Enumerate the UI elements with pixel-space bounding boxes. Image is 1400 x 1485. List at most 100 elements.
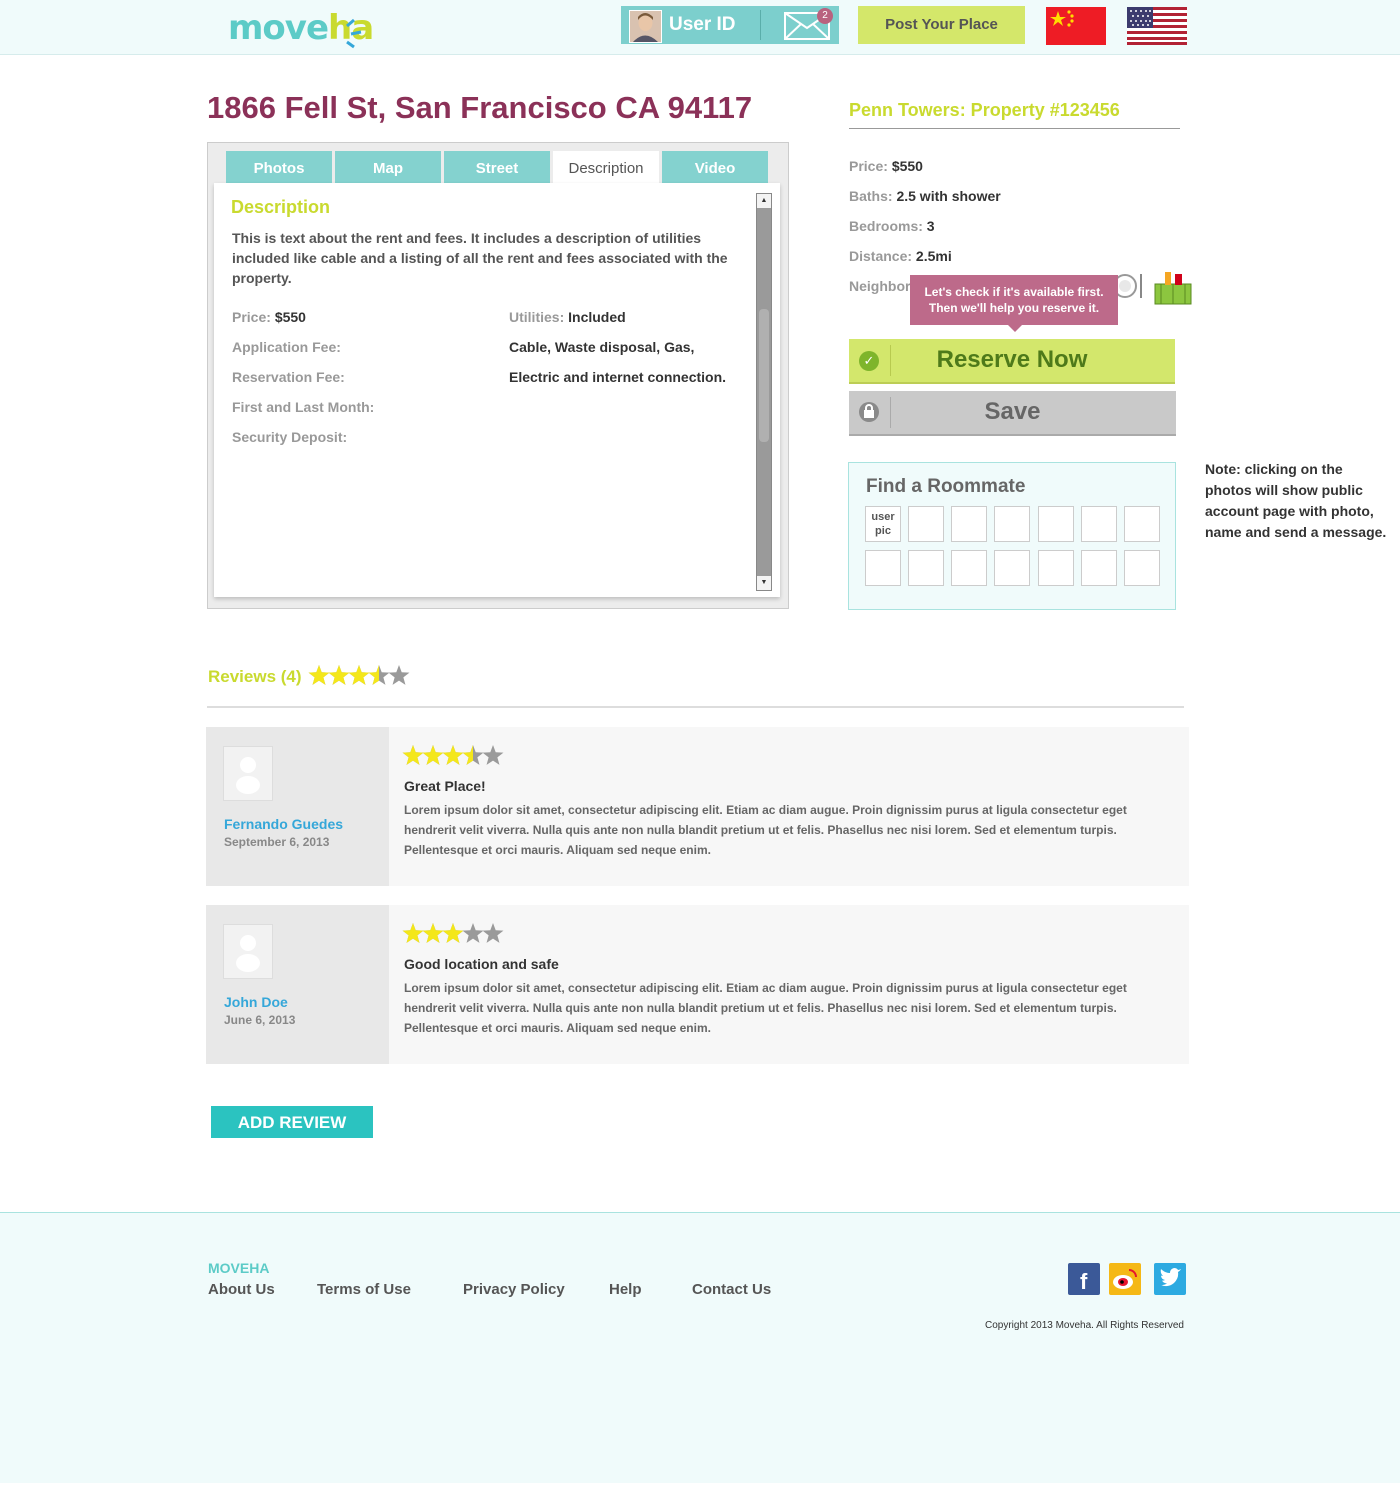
reviewer-name[interactable]: Fernando Guedes xyxy=(224,816,343,832)
stat-price: Price: $550 xyxy=(849,158,923,174)
fee-price-label: Price: xyxy=(232,309,271,325)
star-icon xyxy=(388,665,410,685)
user-id-label[interactable]: User ID xyxy=(669,14,736,36)
utilities-list-line-1: Cable, Waste disposal, Gas, xyxy=(509,339,695,355)
description-scrollbar[interactable]: ▲ ▼ xyxy=(756,193,772,591)
roommate-slot[interactable] xyxy=(994,506,1030,542)
review-body: Lorem ipsum dolor sit amet, consectetur … xyxy=(404,981,1127,1035)
china-flag-icon[interactable] xyxy=(1046,7,1106,45)
review-body: Lorem ipsum dolor sit amet, consectetur … xyxy=(404,803,1127,857)
footer-link-about-us[interactable]: About Us xyxy=(208,1281,275,1298)
tooltip-line-2: Then we'll help you reserve it. xyxy=(928,301,1100,315)
roommate-slot[interactable] xyxy=(1124,506,1160,542)
user-box-divider xyxy=(760,10,761,40)
facebook-icon[interactable]: f xyxy=(1068,1263,1100,1295)
footer-link-privacy-policy[interactable]: Privacy Policy xyxy=(463,1281,565,1298)
user-account-box[interactable]: User ID 2 xyxy=(621,6,839,44)
stat-price-value: $550 xyxy=(891,158,923,174)
scroll-down-arrow-icon[interactable]: ▼ xyxy=(757,576,771,590)
property-title-divider xyxy=(849,128,1180,129)
property-address-title: 1866 Fell St, San Francisco CA 94117 xyxy=(207,90,753,125)
footer-link-terms-of-use[interactable]: Terms of Use xyxy=(317,1281,411,1298)
save-button[interactable]: Save xyxy=(849,391,1176,436)
review-title: Great Place! xyxy=(404,778,486,794)
dining-icon xyxy=(1113,274,1142,298)
star-icon xyxy=(462,923,484,943)
copyright-text: Copyright 2013 Moveha. All Rights Reserv… xyxy=(985,1320,1184,1331)
scroll-up-arrow-icon[interactable]: ▲ xyxy=(757,194,771,208)
stat-distance: Distance: 2.5mi xyxy=(849,248,952,264)
tooltip-line-1: Let's check if it's available first. xyxy=(924,285,1104,299)
stat-baths-label: Baths: xyxy=(849,188,893,204)
star-icon xyxy=(328,665,350,685)
security-deposit-label: Security Deposit: xyxy=(232,429,348,445)
star-icon xyxy=(348,665,370,685)
stat-bedrooms-value: 3 xyxy=(926,218,935,234)
review-card: Fernando Guedes September 6, 2013 Great … xyxy=(206,727,1189,886)
user-pic-label-line-2: pic xyxy=(875,525,891,537)
tab-photos[interactable]: Photos xyxy=(226,151,332,183)
roommate-slot[interactable] xyxy=(994,550,1030,586)
post-your-place-button[interactable]: Post Your Place xyxy=(858,6,1025,44)
review-rating-stars xyxy=(402,745,504,765)
roommate-slot[interactable] xyxy=(951,506,987,542)
roommate-slot[interactable] xyxy=(1124,550,1160,586)
reviewer-name[interactable]: John Doe xyxy=(224,994,288,1010)
roommate-slot[interactable] xyxy=(908,506,944,542)
tab-street[interactable]: Street xyxy=(444,151,550,183)
tooltip-arrow xyxy=(1008,325,1022,332)
utilities-list-line-2: Electric and internet connection. xyxy=(509,369,727,385)
stat-baths-value: 2.5 with shower xyxy=(896,188,1001,204)
user-avatar-photo-icon xyxy=(630,11,661,42)
review-date: September 6, 2013 xyxy=(224,835,330,849)
footer-link-help[interactable]: Help xyxy=(609,1281,642,1298)
star-icon xyxy=(402,923,424,943)
add-review-button[interactable]: ADD REVIEW xyxy=(211,1106,373,1138)
star-icon xyxy=(442,923,464,943)
roommate-slot[interactable] xyxy=(908,550,944,586)
user-avatar[interactable] xyxy=(629,10,662,43)
roommate-slot[interactable] xyxy=(951,550,987,586)
star-icon xyxy=(402,745,424,765)
reviews-heading[interactable]: Reviews (4) xyxy=(208,667,302,687)
roommate-user-pic[interactable]: user pic xyxy=(865,506,901,542)
weibo-icon[interactable] xyxy=(1109,1263,1141,1295)
tab-map[interactable]: Map xyxy=(335,151,441,183)
roommate-slot[interactable] xyxy=(1038,506,1074,542)
fee-price-value: $550 xyxy=(274,309,306,325)
property-name-title: Penn Towers: Property #123456 xyxy=(849,100,1120,120)
reviewer-avatar-icon[interactable] xyxy=(223,924,273,979)
scroll-thumb[interactable] xyxy=(759,309,769,442)
reserve-now-button[interactable]: ✓ Reserve Now xyxy=(849,339,1175,384)
grocery-basket-icon xyxy=(1154,272,1192,305)
stat-distance-label: Distance: xyxy=(849,248,913,264)
review-rating-stars xyxy=(402,923,504,943)
roommate-slot[interactable] xyxy=(865,550,901,586)
find-roommate-title: Find a Roommate xyxy=(866,476,1026,497)
reserve-tooltip: Let's check if it's available first. The… xyxy=(910,275,1118,325)
svg-text:f: f xyxy=(1080,1269,1088,1294)
stat-distance-value: 2.5mi xyxy=(915,248,952,264)
star-icon xyxy=(462,745,484,765)
utilities-label: Utilities: xyxy=(509,309,565,325)
stat-bedrooms-label: Bedrooms: xyxy=(849,218,923,234)
star-icon xyxy=(368,665,390,685)
utilities-row: Utilities: Included xyxy=(509,309,626,325)
roommate-slot[interactable] xyxy=(1038,550,1074,586)
roommate-slot[interactable] xyxy=(1081,506,1117,542)
usa-flag-icon[interactable] xyxy=(1127,7,1187,45)
reviewer-avatar-icon[interactable] xyxy=(223,746,273,801)
tab-video[interactable]: Video xyxy=(662,151,768,183)
roommate-slot[interactable] xyxy=(1081,550,1117,586)
star-icon xyxy=(422,745,444,765)
application-fee-label: Application Fee: xyxy=(232,339,341,355)
footer-link-contact-us[interactable]: Contact Us xyxy=(692,1281,771,1298)
mail-count-badge: 2 xyxy=(817,8,833,24)
average-rating-stars xyxy=(308,665,410,685)
twitter-icon[interactable] xyxy=(1154,1263,1186,1295)
footer xyxy=(0,1212,1400,1483)
star-icon xyxy=(308,665,330,685)
reservation-fee-label: Reservation Fee: xyxy=(232,369,345,385)
tab-description[interactable]: Description xyxy=(553,151,659,184)
save-label: Save xyxy=(984,398,1041,425)
